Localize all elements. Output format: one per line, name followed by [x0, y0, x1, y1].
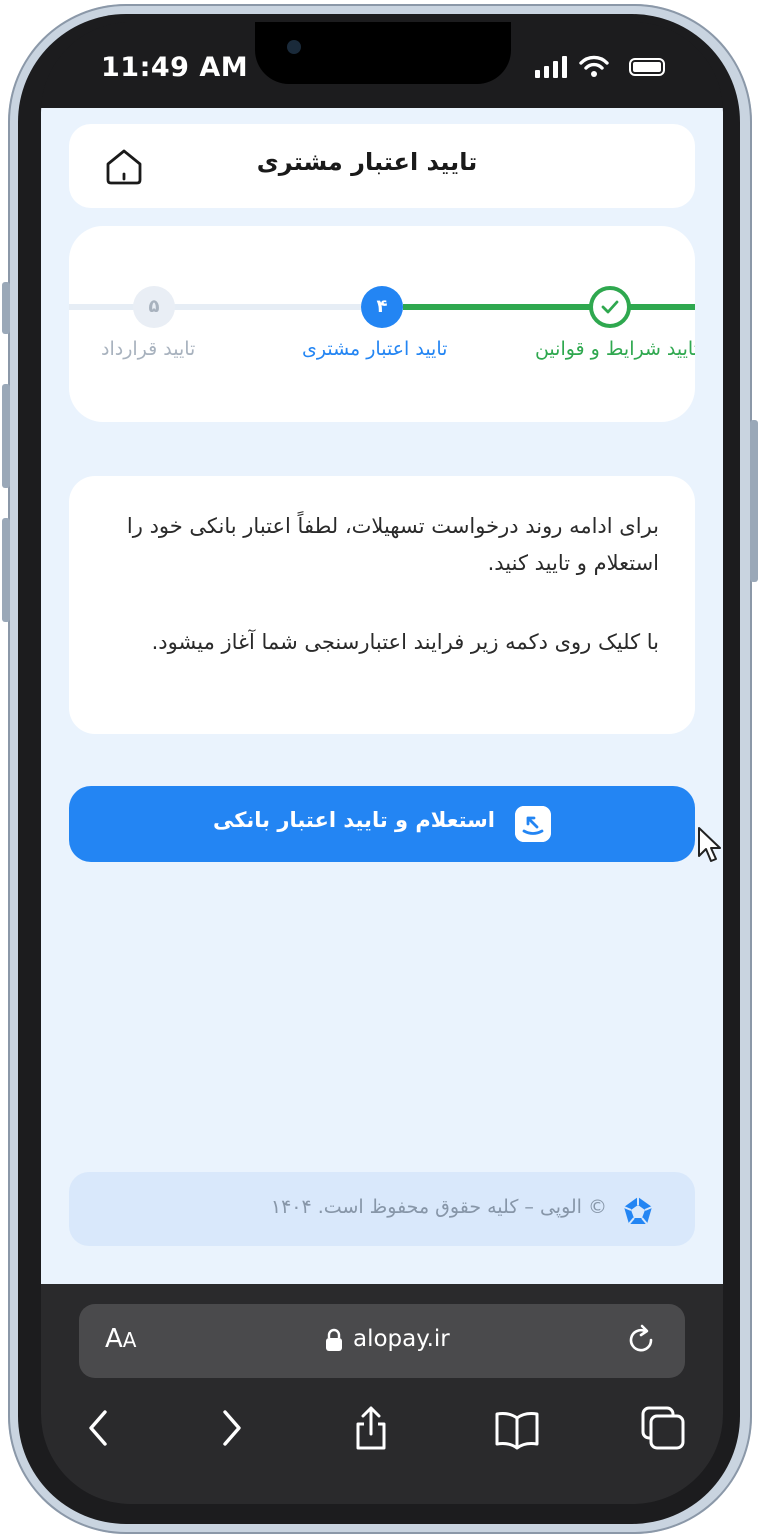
page-title: تایید اعتبار مشتری [256, 148, 478, 176]
text-size-label-small: A [122, 1328, 137, 1352]
page-header: تایید اعتبار مشتری [69, 124, 695, 208]
web-page: تایید اعتبار مشتری ۵ تایید قرارداد ۴ تای… [41, 108, 723, 1284]
power-button [750, 420, 758, 582]
bank-credit-inquiry-button-label: استعلام و تایید اعتبار بانکی [212, 808, 495, 832]
home-icon[interactable] [103, 146, 145, 188]
notch [255, 22, 511, 84]
footer: © الوپی – کلیه حقوق محفوظ است. ۱۴۰۴ [69, 1172, 695, 1246]
step-3-label: تایید شرایط و قوانین [534, 338, 695, 360]
step-line-complete [403, 304, 695, 310]
status-time: 11:49 AM [101, 52, 249, 83]
lock-icon [326, 1328, 342, 1351]
cellular-signal-icon [535, 56, 569, 78]
status-icons [535, 55, 665, 80]
text-size-label-large: A [105, 1324, 123, 1354]
forward-icon[interactable] [207, 1404, 255, 1452]
bookmarks-icon[interactable] [493, 1404, 541, 1452]
step-4-label: تایید اعتبار مشتری [302, 338, 448, 360]
text-size-button[interactable]: AA [105, 1324, 136, 1354]
mouse-cursor-icon [698, 827, 721, 862]
stepper: ۵ تایید قرارداد ۴ تایید اعتبار مشتری تای… [69, 226, 695, 422]
footer-copyright: © الوپی – کلیه حقوق محفوظ است. ۱۴۰۴ [270, 1196, 607, 1218]
check-icon [601, 300, 619, 314]
url-text[interactable]: alopay.ir [353, 1326, 450, 1352]
address-bar[interactable]: AA alopay.ir [79, 1304, 685, 1378]
volume-up-button [2, 384, 10, 488]
info-paragraph-2: با کلیک روی دکمه زیر فرایند اعتبارسنجی ش… [151, 630, 659, 654]
step-4-number: ۴ [376, 296, 388, 317]
status-bar: 11:49 AM [41, 22, 723, 108]
step-line-pending [69, 304, 361, 310]
step-5-circle: ۵ [133, 286, 175, 328]
arrow-up-left-icon [515, 806, 551, 842]
step-4-circle: ۴ [361, 286, 403, 328]
wifi-icon [579, 55, 609, 77]
screen: 11:49 AM تایید اعتبار مشتری ۵ تایید قرار… [41, 22, 723, 1504]
bank-credit-inquiry-button[interactable]: استعلام و تایید اعتبار بانکی [69, 786, 695, 862]
safari-toolbar: AA alopay.ir [41, 1284, 723, 1504]
info-paragraph-1: برای ادامه روند درخواست تسهیلات، لطفاً ا… [126, 514, 659, 575]
camera-icon [287, 40, 301, 54]
alopay-logo-icon [623, 1197, 653, 1225]
share-icon[interactable] [347, 1404, 395, 1452]
tabs-icon[interactable] [639, 1404, 687, 1452]
volume-down-button [2, 518, 10, 622]
step-5-label: تایید قرارداد [101, 338, 196, 360]
battery-icon [629, 58, 665, 76]
info-card: برای ادامه روند درخواست تسهیلات، لطفاً ا… [69, 476, 695, 734]
mute-switch [2, 282, 10, 334]
step-5-number: ۵ [148, 296, 160, 317]
reload-icon[interactable] [623, 1322, 659, 1358]
back-icon[interactable] [75, 1404, 123, 1452]
step-3-circle [589, 286, 631, 328]
